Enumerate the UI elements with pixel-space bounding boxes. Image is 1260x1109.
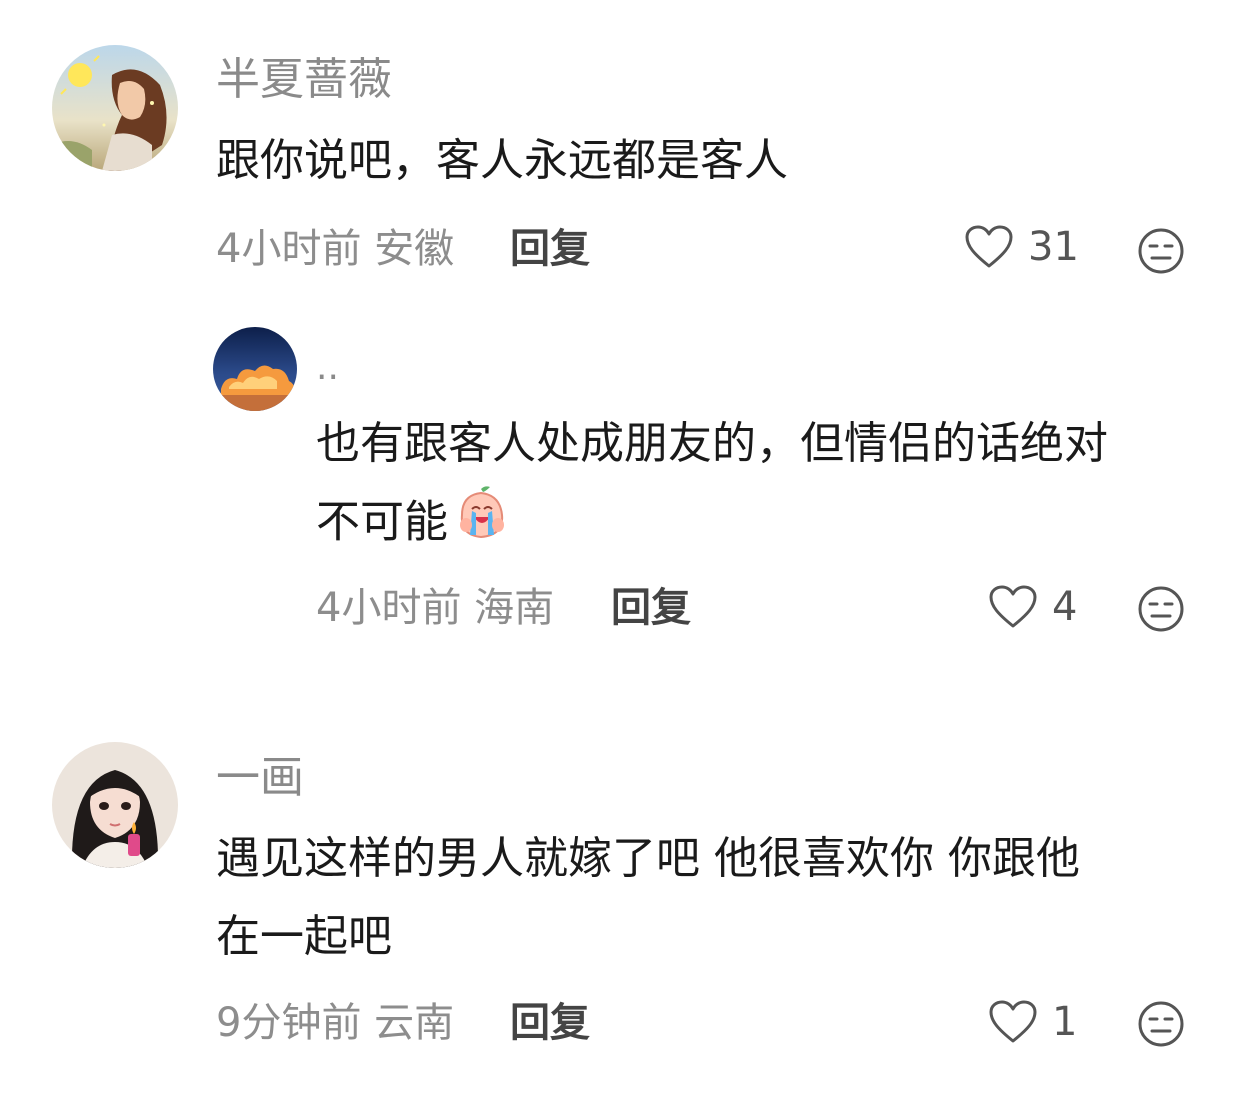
meh-face-icon [1138, 586, 1184, 632]
username[interactable]: .. [316, 350, 339, 386]
comment-text: 遇见这样的男人就嫁了吧 他很喜欢你 你跟他 在一起吧 [216, 820, 1080, 976]
reply-button[interactable]: 回复 [510, 1003, 590, 1043]
heart-icon [989, 1000, 1037, 1043]
like-button[interactable]: 4 [988, 584, 1077, 630]
reply-button[interactable]: 回复 [510, 229, 590, 269]
crying-peach-emoji-icon [452, 483, 510, 566]
meh-face-icon [1138, 1001, 1184, 1047]
dislike-button[interactable] [1137, 227, 1185, 279]
reply-text-line: 不可能 [316, 483, 1108, 566]
comment-text-line: 在一起吧 [216, 911, 392, 962]
reply-text-line: 也有跟客人处成朋友的，但情侣的话绝对 [316, 418, 1108, 469]
sunset-cloud-avatar-icon [213, 327, 297, 411]
username[interactable]: 一画 [216, 756, 304, 800]
girl-with-lighter-avatar-icon [52, 742, 178, 868]
like-button[interactable]: 1 [988, 999, 1077, 1045]
reply-text: 也有跟客人处成朋友的，但情侣的话绝对 不可能 [316, 405, 1108, 566]
avatar[interactable] [52, 742, 178, 868]
like-count: 31 [1028, 224, 1079, 270]
like-count: 4 [1052, 584, 1078, 630]
comment-time-location: 4小时前 安徽 [216, 226, 455, 272]
avatar[interactable] [213, 327, 297, 411]
like-button[interactable]: 31 [964, 224, 1079, 270]
reply-time-location: 4小时前 海南 [316, 585, 555, 631]
girl-with-sun-avatar-icon [52, 45, 178, 171]
reply-button[interactable]: 回复 [611, 588, 691, 628]
heart-icon [965, 225, 1013, 268]
dislike-button[interactable] [1137, 585, 1185, 637]
comment-text: 跟你说吧，客人永远都是客人 [216, 135, 788, 186]
like-count: 1 [1052, 999, 1078, 1045]
reply-text-line2: 不可能 [316, 496, 448, 548]
meh-face-icon [1138, 228, 1184, 274]
heart-icon [989, 585, 1037, 628]
avatar[interactable] [52, 45, 178, 171]
comment-time-location: 9分钟前 云南 [216, 1000, 455, 1046]
dislike-button[interactable] [1137, 1000, 1185, 1052]
comment-text-line: 遇见这样的男人就嫁了吧 他很喜欢你 你跟他 [216, 833, 1080, 884]
username[interactable]: 半夏蔷薇 [216, 58, 392, 102]
